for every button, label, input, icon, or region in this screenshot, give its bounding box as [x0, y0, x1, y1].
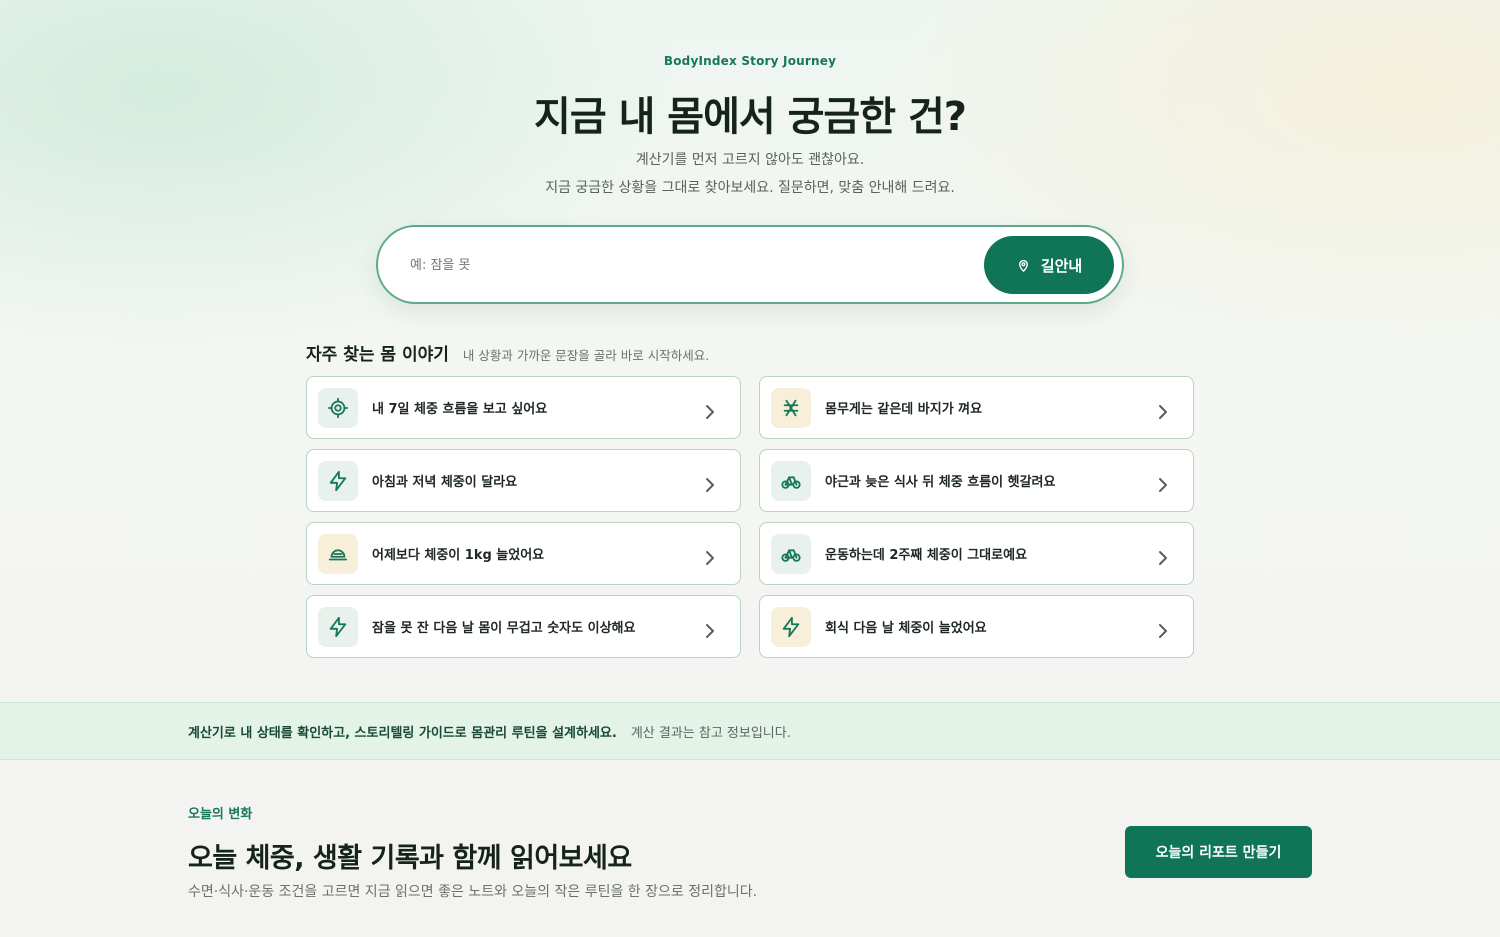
- today-title: 오늘 체중, 생활 기록과 함께 읽어보세요: [188, 843, 632, 874]
- story-card-label: 내 7일 체중 흐름을 보고 싶어요: [372, 402, 548, 417]
- page-title: 지금 내 몸에서 궁금한 건?: [534, 94, 967, 140]
- hero-subtitle-line2: 지금 궁금한 상황을 그대로 찾아보세요. 질문하면, 맞춤 안내해 드려요.: [545, 180, 955, 196]
- story-card-late-meal[interactable]: 야근과 늦은 식사 뒤 체중 흐름이 헷갈려요: [759, 449, 1194, 512]
- chevron-right-icon: [1159, 477, 1167, 492]
- chevron-right-icon: [1159, 404, 1167, 419]
- story-card-icon: [318, 533, 358, 574]
- story-card-label: 회식 다음 날 체중이 늘었어요: [825, 621, 987, 636]
- hero-eyebrow: BodyIndex Story Journey: [663, 54, 837, 68]
- target-icon: [327, 397, 349, 418]
- story-card-icon: [771, 460, 811, 501]
- story-card-label: 몸무게는 같은데 바지가 껴요: [825, 402, 983, 417]
- story-card-label: 어제보다 체중이 1kg 늘었어요: [372, 548, 545, 563]
- chevron-right-icon: [1159, 623, 1167, 638]
- chevron-right-icon: [706, 404, 714, 419]
- today-eyebrow: 오늘의 변화: [188, 807, 253, 822]
- story-card-icon: [318, 387, 358, 428]
- stories-description: 내 상황과 가까운 문장을 골라 바로 시작하세요.: [462, 348, 710, 363]
- search-button[interactable]: 길안내: [984, 236, 1114, 294]
- lightning-icon: [329, 470, 347, 491]
- story-card-pants-tight[interactable]: 몸무게는 같은데 바지가 껴요: [759, 376, 1194, 439]
- bicycle-icon: [781, 548, 801, 562]
- story-card-exercise-plateau[interactable]: 운동하는데 2주째 체중이 그대로예요: [759, 522, 1194, 585]
- lightning-icon: [329, 616, 347, 637]
- story-card-7day-trend[interactable]: 내 7일 체중 흐름을 보고 싶어요: [306, 376, 741, 439]
- map-pin-icon: [1018, 259, 1028, 272]
- scale-icon: [783, 399, 799, 416]
- story-card-icon: [318, 606, 358, 647]
- story-card-icon: [771, 533, 811, 574]
- today-description: 수면·식사·운동 조건을 고르면 지금 읽으면 좋은 노트와 오늘의 작은 루틴…: [188, 884, 758, 900]
- banner-disclaimer: 계산 결과는 참고 정보입니다.: [630, 725, 791, 741]
- chevron-right-icon: [706, 623, 714, 638]
- stories-header: 자주 찾는 몸 이야기 내 상황과 가까운 문장을 골라 바로 시작하세요.: [306, 340, 709, 365]
- search-box: 길안내: [376, 225, 1124, 304]
- story-card-poor-sleep[interactable]: 잠을 못 잔 다음 날 몸이 무겁고 숫자도 이상해요: [306, 595, 741, 658]
- search-button-label: 길안내: [1040, 256, 1083, 275]
- story-card-label: 아침과 저녁 체중이 달라요: [372, 475, 518, 490]
- stories-title: 자주 찾는 몸 이야기: [306, 345, 449, 365]
- hero-subtitle-line1: 계산기를 먼저 고르지 않아도 괜찮아요.: [635, 152, 865, 168]
- story-card-icon: [771, 606, 811, 647]
- story-card-after-dinner-party[interactable]: 회식 다음 날 체중이 늘었어요: [759, 595, 1194, 658]
- chevron-right-icon: [1159, 550, 1167, 565]
- story-card-label: 잠을 못 잔 다음 날 몸이 무겁고 숫자도 이상해요: [372, 621, 636, 636]
- info-banner: 계산기로 내 상태를 확인하고, 스토리텔링 가이드로 몸관리 루틴을 설계하세…: [0, 702, 1500, 760]
- banner-message: 계산기로 내 상태를 확인하고, 스토리텔링 가이드로 몸관리 루틴을 설계하세…: [188, 725, 617, 741]
- lightning-icon: [782, 616, 800, 637]
- story-card-gained-1kg[interactable]: 어제보다 체중이 1kg 늘었어요: [306, 522, 741, 585]
- create-report-button[interactable]: 오늘의 리포트 만들기: [1125, 826, 1312, 878]
- chevron-right-icon: [706, 550, 714, 565]
- story-card-icon: [318, 460, 358, 501]
- story-card-label: 운동하는데 2주째 체중이 그대로예요: [825, 548, 1028, 563]
- bicycle-icon: [781, 475, 801, 489]
- search-input[interactable]: [410, 247, 970, 283]
- story-card-label: 야근과 늦은 식사 뒤 체중 흐름이 헷갈려요: [825, 475, 1056, 490]
- story-card-icon: [771, 387, 811, 428]
- meal-cover-icon: [328, 548, 348, 560]
- story-card-morning-evening[interactable]: 아침과 저녁 체중이 달라요: [306, 449, 741, 512]
- chevron-right-icon: [706, 477, 714, 492]
